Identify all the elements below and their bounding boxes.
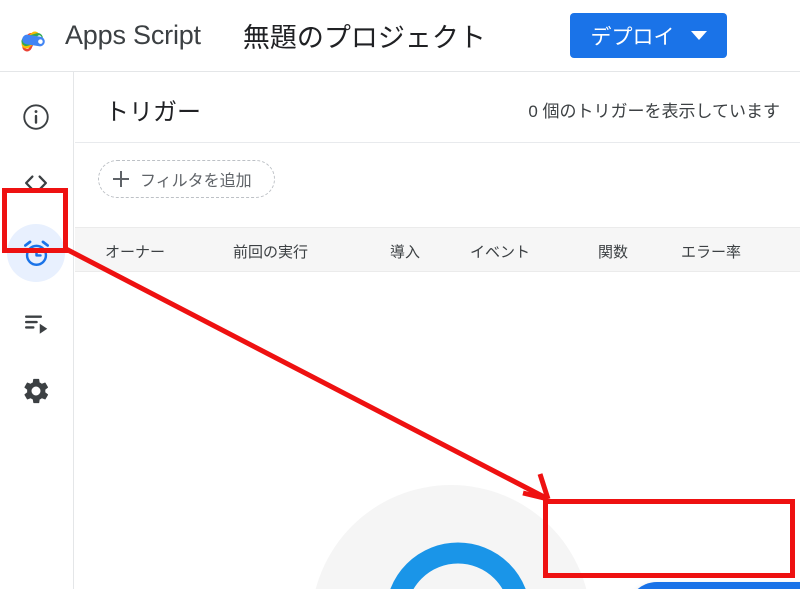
add-trigger-button[interactable]: トリガーを追加 [627, 582, 800, 589]
project-title[interactable]: 無題のプロジェクト [243, 16, 486, 55]
deploy-button[interactable]: デプロイ [570, 13, 727, 58]
column-header-deployment[interactable]: 導入 [390, 241, 420, 262]
page-title: トリガー [105, 99, 201, 126]
brand-block[interactable]: Apps Script [14, 15, 201, 57]
add-filter-chip[interactable]: フィルタを追加 [98, 160, 275, 198]
chevron-down-icon [690, 31, 707, 40]
code-brackets-icon [25, 175, 47, 191]
column-header-owner[interactable]: オーナー [105, 241, 165, 262]
sidebar-item-executions[interactable] [7, 294, 65, 352]
plus-icon [113, 171, 129, 187]
sidebar-item-editor[interactable] [7, 154, 65, 212]
triggers-header: トリガー 0 個のトリガーを表示しています [75, 72, 800, 143]
left-rail [0, 72, 74, 589]
gear-icon [24, 378, 49, 404]
triggers-table-header: オーナー 前回の実行 導入 イベント 関数 エラー率 [75, 227, 800, 272]
apps-script-window: Apps Script 無題のプロジェクト デプロイ トリガー 0 個のトリガー… [0, 0, 800, 589]
sidebar-item-project-settings[interactable] [7, 362, 65, 420]
empty-state [75, 272, 800, 589]
filter-row: フィルタを追加 [75, 143, 800, 215]
brand-name: Apps Script [65, 20, 201, 50]
executions-list-icon [25, 315, 48, 334]
sidebar-item-triggers[interactable] [7, 224, 65, 282]
column-header-last-run[interactable]: 前回の実行 [233, 241, 308, 262]
column-header-event[interactable]: イベント [470, 241, 530, 262]
trigger-count-text: 0 個のトリガーを表示しています [528, 102, 780, 121]
info-circle-icon [23, 104, 49, 130]
alarm-clock-icon [23, 240, 49, 266]
main-content: トリガー 0 個のトリガーを表示しています フィルタを追加 オーナー 前回の実行… [75, 72, 800, 589]
magnifying-glass-illustration [390, 542, 526, 589]
top-bar: Apps Script 無題のプロジェクト デプロイ [0, 0, 800, 72]
column-header-function[interactable]: 関数 [598, 241, 628, 262]
deploy-button-label: デプロイ [590, 25, 675, 49]
apps-script-logo-icon [21, 31, 45, 51]
sidebar-item-overview[interactable] [7, 88, 65, 146]
add-filter-label: フィルタを追加 [140, 173, 252, 190]
column-header-error-rate[interactable]: エラー率 [681, 241, 741, 262]
